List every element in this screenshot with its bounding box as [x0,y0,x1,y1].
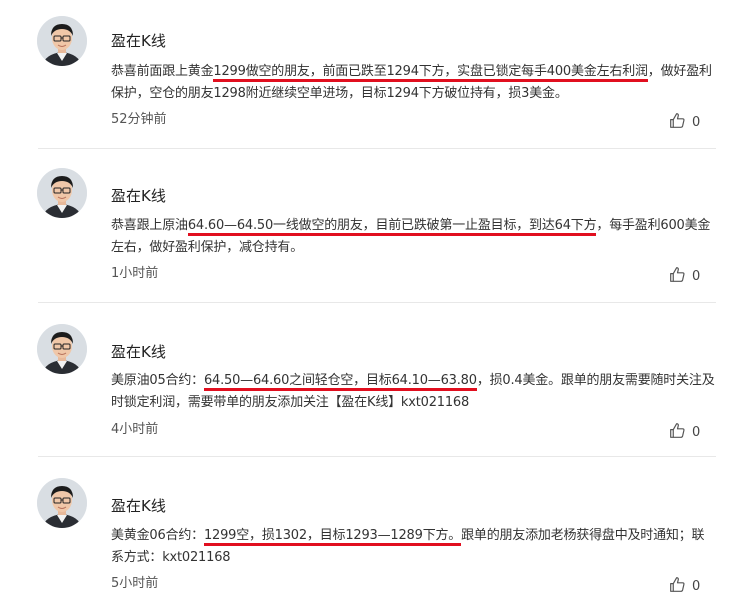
comment-item: 盈在K线 恭喜跟上原油64.60—64.50一线做空的朋友，目前已跌破第一止盈目… [0,148,745,303]
timestamp: 4小时前 [111,422,159,437]
thumbs-up-icon [669,112,686,129]
comment-item: 盈在K线 美原油05合约：64.50—64.60之间轻仓空，目标64.10—63… [0,302,745,457]
divider [38,302,716,303]
comment-item: 盈在K线 恭喜前面跟上黄金1299做空的朋友，前面已跌至1294下方，实盘已锁定… [0,0,745,155]
comment-text-pre: 美原油05合约： [111,373,204,388]
avatar-man-glasses-icon [37,16,87,66]
author-name[interactable]: 盈在K线 [111,342,166,362]
avatar-man-glasses-icon [37,168,87,218]
thumbs-up-icon [669,266,686,283]
avatar[interactable] [37,324,87,374]
comment-text: 恭喜前面跟上黄金1299做空的朋友，前面已跌至1294下方，实盘已锁定每手400… [111,61,717,105]
divider [38,148,716,149]
comment-text-highlight: 1299空，损1302，目标1293—1289下方。 [203,528,461,546]
comment-item: 盈在K线 美黄金06合约：1299空，损1302，目标1293—1289下方。跟… [0,456,745,611]
comment-text: 美原油05合约：64.50—64.60之间轻仓空，目标64.10—63.80，损… [111,370,717,414]
thumbs-up-icon [669,576,686,593]
avatar-man-glasses-icon [37,324,87,374]
like-count: 0 [692,578,701,594]
like-count: 0 [692,114,701,130]
divider [38,456,716,457]
like-count: 0 [692,268,701,284]
author-name[interactable]: 盈在K线 [111,186,166,206]
comment-text-highlight: 64.60—64.50一线做空的朋友，目前已跌破第一止盈目标，到达64下方 [187,218,597,236]
comment-text-pre: 恭喜前面跟上黄金 [111,64,214,79]
avatar[interactable] [37,16,87,66]
like-count: 0 [692,424,701,440]
like-button[interactable]: 0 [669,419,700,441]
timestamp: 52分钟前 [111,112,167,127]
comment-text-pre: 恭喜跟上原油 [111,218,188,233]
author-name[interactable]: 盈在K线 [111,31,166,51]
thumbs-up-icon [669,422,686,439]
comment-text: 美黄金06合约：1299空，损1302，目标1293—1289下方。跟单的朋友添… [111,525,717,569]
avatar[interactable] [37,478,87,528]
comment-text-pre: 美黄金06合约： [111,528,204,543]
like-button[interactable]: 0 [669,109,700,131]
avatar-man-glasses-icon [37,478,87,528]
like-button[interactable]: 0 [669,263,700,285]
timestamp: 5小时前 [111,576,159,591]
avatar[interactable] [37,168,87,218]
author-name[interactable]: 盈在K线 [111,496,166,516]
comment-text: 恭喜跟上原油64.60—64.50一线做空的朋友，目前已跌破第一止盈目标，到达6… [111,215,717,259]
comment-text-highlight: 1299做空的朋友，前面已跌至1294下方，实盘已锁定每手400美金左右利润 [213,64,648,82]
like-button[interactable]: 0 [669,573,700,595]
timestamp: 1小时前 [111,266,159,281]
comment-text-highlight: 64.50—64.60之间轻仓空，目标64.10—63.80 [203,373,477,391]
